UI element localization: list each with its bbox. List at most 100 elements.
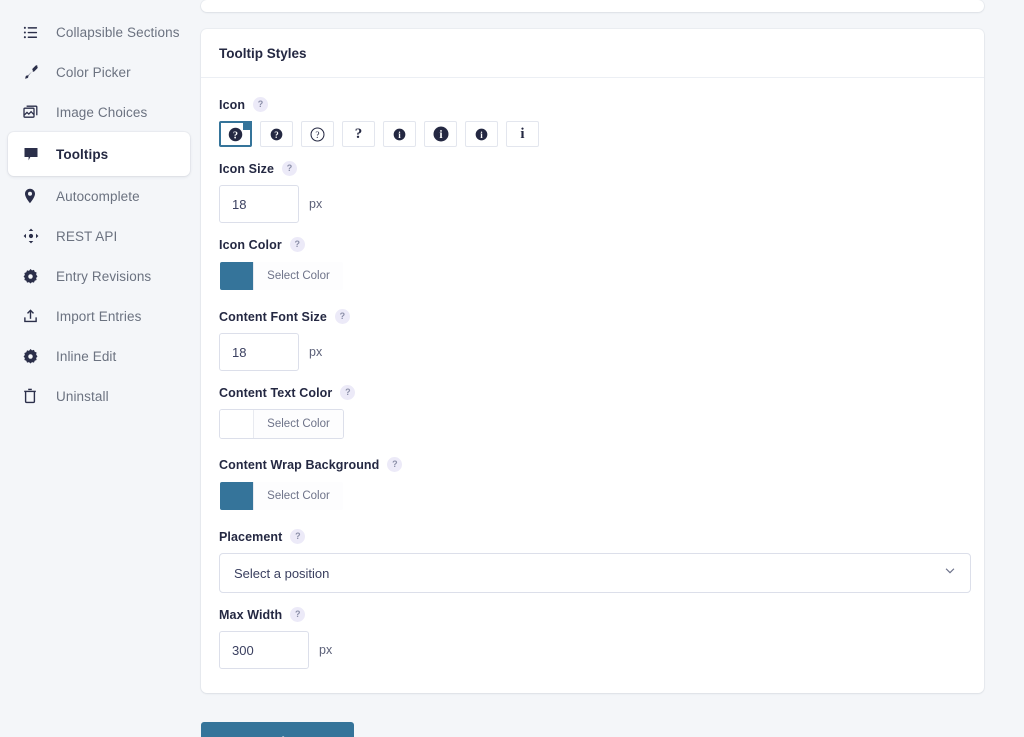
color-swatch (220, 482, 253, 510)
settings-page: Collapsible Sections Color Picker Image … (0, 0, 1024, 737)
icon-option-info-circle-filled[interactable]: i (424, 121, 457, 147)
icon-color-picker[interactable]: Select Color (219, 261, 344, 291)
sidebar-item-uninstall[interactable]: Uninstall (8, 376, 190, 416)
field-label-text: Max Width (219, 607, 283, 622)
list-icon (23, 25, 45, 40)
field-label: Icon Size ? (219, 161, 966, 176)
field-label-text: Icon Size (219, 161, 275, 176)
select-color-button[interactable]: Select Color (253, 482, 343, 510)
icon-option-question-mark[interactable]: ? (342, 121, 375, 147)
icon-option-info-circle-filled-alt[interactable]: i (465, 121, 498, 147)
field-label: Content Wrap Background ? (219, 457, 966, 472)
icon-size-input[interactable] (219, 185, 299, 223)
field-label: Icon Color ? (219, 237, 966, 252)
gear-icon (23, 348, 45, 364)
save-settings-button[interactable]: Save Settings → (201, 722, 355, 737)
icon-size-unit: px (309, 197, 323, 211)
field-icon: Icon ? ? ? ? ? i i i i (219, 97, 966, 147)
sidebar-item-autocomplete[interactable]: Autocomplete (8, 176, 190, 216)
images-icon (23, 105, 45, 120)
tooltip-styles-card: Tooltip Styles Icon ? ? ? ? ? i i i i Ic… (201, 29, 984, 693)
select-color-button[interactable]: Select Color (253, 262, 343, 290)
question-mark-icon: ? (354, 125, 363, 142)
sidebar-item-color-picker[interactable]: Color Picker (8, 52, 190, 92)
sidebar-item-label: Image Choices (56, 104, 148, 120)
field-content-text-color: Content Text Color ? Select Color (219, 385, 966, 443)
field-placement: Placement ? Select a position (219, 529, 971, 593)
tooltip-styles-form: Icon ? ? ? ? ? i i i i Icon Size ? 18 px… (201, 78, 984, 693)
max-width-unit: px (319, 643, 333, 657)
help-icon[interactable]: ? (289, 237, 305, 252)
field-label-text: Content Text Color (219, 385, 333, 400)
field-label-text: Icon Color (219, 237, 282, 252)
content-font-size-unit: px (309, 345, 323, 359)
sidebar: Collapsible Sections Color Picker Image … (0, 0, 198, 737)
panel-title: Tooltip Styles (201, 29, 984, 78)
field-content-font-size: Content Font Size ? px (219, 309, 966, 371)
field-label: Icon ? (219, 97, 966, 112)
svg-text:?: ? (233, 130, 238, 141)
icon-option-question-circle-filled[interactable]: ? (219, 121, 252, 147)
field-label: Max Width ? (219, 607, 966, 622)
svg-text:?: ? (274, 129, 278, 139)
save-settings-label: Save Settings (221, 734, 309, 737)
sidebar-item-image-choices[interactable]: Image Choices (8, 92, 190, 132)
max-width-input[interactable] (219, 631, 309, 669)
help-icon[interactable]: ? (340, 385, 356, 400)
move-arrows-icon (23, 228, 45, 244)
sidebar-item-label: Inline Edit (56, 348, 117, 364)
content-text-color-picker[interactable]: Select Color (219, 409, 344, 439)
gear-icon (23, 268, 45, 284)
previous-settings-card-clipped (201, 0, 984, 12)
field-label: Placement ? (219, 529, 966, 544)
field-label-text: Icon (219, 97, 246, 112)
content-wrap-background-picker[interactable]: Select Color (219, 481, 344, 511)
field-icon-color: Icon Color ? Select Color (219, 237, 966, 295)
svg-text:?: ? (315, 131, 319, 141)
sidebar-item-label: REST API (56, 228, 118, 244)
help-icon[interactable]: ? (282, 161, 298, 176)
sidebar-item-inline-edit[interactable]: Inline Edit (8, 336, 190, 376)
sidebar-item-entry-revisions[interactable]: Entry Revisions (8, 256, 190, 296)
field-icon-size: Icon Size ? px (219, 161, 966, 223)
field-label: Content Font Size ? (219, 309, 966, 324)
speech-bubble-icon (23, 146, 45, 162)
help-icon[interactable]: ? (387, 457, 403, 472)
select-color-button[interactable]: Select Color (253, 410, 343, 438)
sidebar-item-label: Autocomplete (56, 188, 140, 204)
trash-icon (23, 388, 45, 404)
content-font-size-input[interactable] (219, 333, 299, 371)
arrow-right-icon: → (321, 734, 334, 737)
sidebar-item-rest-api[interactable]: REST API (8, 216, 190, 256)
placement-select[interactable]: Select a position (219, 553, 971, 593)
icon-option-info-circle-filled-small[interactable]: i (383, 121, 416, 147)
map-pin-icon (23, 188, 45, 204)
help-icon[interactable]: ? (290, 529, 306, 544)
help-icon[interactable]: ? (253, 97, 269, 112)
field-label-text: Content Font Size (219, 309, 327, 324)
field-label: Content Text Color ? (219, 385, 966, 400)
sidebar-item-tooltips[interactable]: Tooltips (8, 132, 190, 176)
sidebar-item-label: Entry Revisions (56, 268, 152, 284)
sidebar-item-label: Import Entries (56, 308, 142, 324)
placement-selected-value: Select a position (234, 565, 330, 581)
color-swatch (220, 262, 253, 290)
sidebar-item-collapsible-sections[interactable]: Collapsible Sections (8, 12, 190, 52)
field-label-text: Placement (219, 529, 283, 544)
icon-option-group: ? ? ? ? i i i i (219, 121, 966, 147)
sidebar-item-label: Collapsible Sections (56, 24, 180, 40)
sidebar-item-import-entries[interactable]: Import Entries (8, 296, 190, 336)
brush-icon (23, 64, 45, 80)
icon-option-info-letter[interactable]: i (506, 121, 539, 147)
sidebar-item-label: Uninstall (56, 388, 109, 404)
icon-option-question-circle-filled-small[interactable]: ? (260, 121, 293, 147)
icon-option-question-circle-outline[interactable]: ? (301, 121, 334, 147)
color-swatch (220, 410, 253, 438)
field-max-width: Max Width ? px (219, 607, 966, 669)
main-content: Tooltip Styles Icon ? ? ? ? ? i i i i Ic… (198, 0, 1024, 737)
help-icon[interactable]: ? (290, 607, 306, 622)
upload-icon (23, 308, 45, 324)
help-icon[interactable]: ? (334, 309, 350, 324)
field-content-wrap-background: Content Wrap Background ? Select Color (219, 457, 966, 515)
sidebar-item-label: Tooltips (56, 146, 109, 162)
